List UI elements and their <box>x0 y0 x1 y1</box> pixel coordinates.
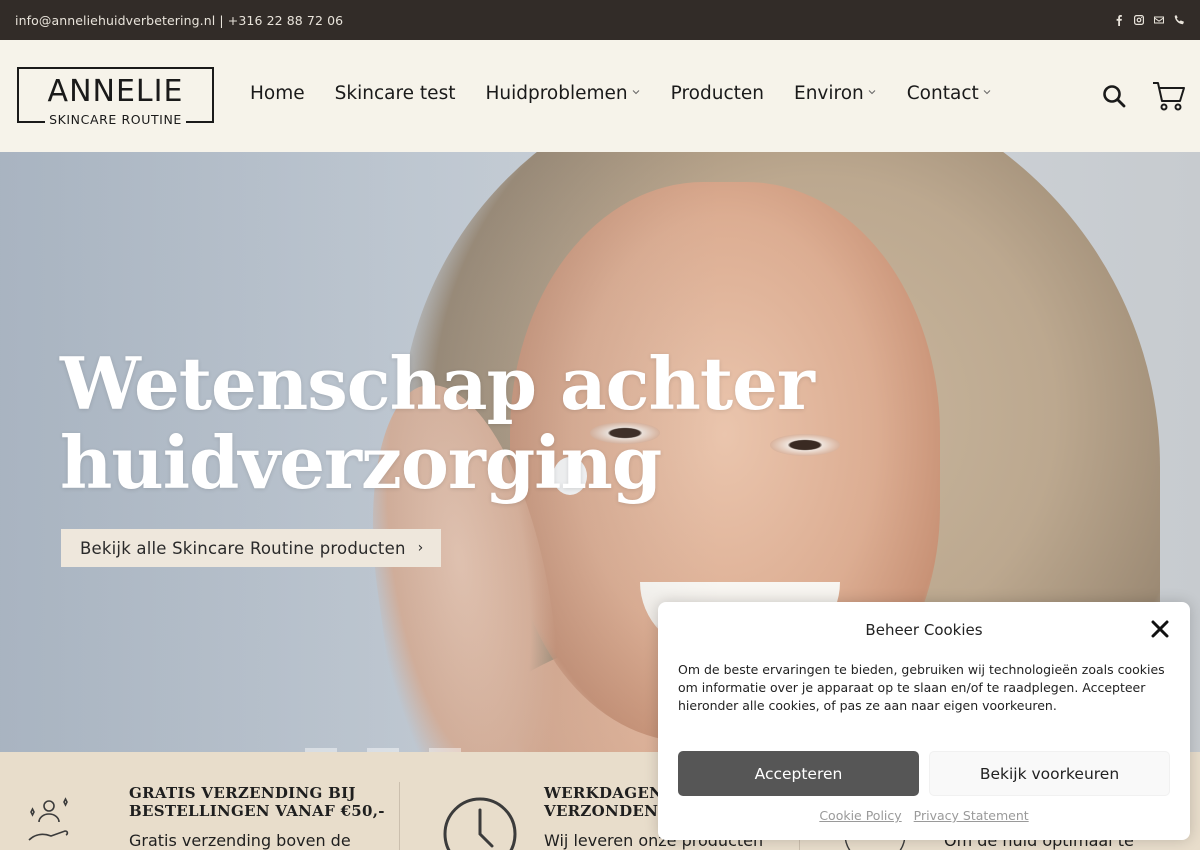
facebook-icon[interactable] <box>1113 14 1125 26</box>
nav-item-environ[interactable]: Environ <box>794 83 877 104</box>
chevron-down-icon <box>867 87 877 100</box>
nav-label: Environ <box>794 83 864 104</box>
nav-label: Contact <box>906 83 979 104</box>
nav-item-producten[interactable]: Producten <box>671 83 764 104</box>
chevron-down-icon <box>631 87 641 100</box>
nav-item-huidproblemen[interactable]: Huidproblemen <box>485 83 640 104</box>
chevron-down-icon <box>982 87 992 100</box>
feature-title-line1: WERKDAGEN <box>544 784 664 802</box>
feature-title-line2: VERZONDEN <box>544 802 659 820</box>
instagram-icon[interactable] <box>1133 14 1145 26</box>
search-icon[interactable] <box>1102 84 1126 112</box>
close-icon[interactable] <box>1150 619 1170 639</box>
main-nav: Home Skincare test Huidproblemen Product… <box>250 83 1022 104</box>
logo-brand: ANNELIE <box>47 74 184 109</box>
feature-title: WERKDAGEN VERZONDEN <box>544 784 663 820</box>
view-products-button[interactable]: Bekijk alle Skincare Routine producten › <box>61 529 442 567</box>
feature-text: Gratis verzending boven de <box>129 831 351 850</box>
cookie-links: Cookie Policy Privacy Statement <box>658 808 1190 823</box>
cart-icon[interactable] <box>1152 80 1186 116</box>
clock-icon <box>442 796 518 850</box>
nav-label: Skincare test <box>334 83 456 104</box>
site-header: ANNELIE SKINCARE ROUTINE Home Skincare t… <box>0 40 1200 152</box>
nav-item-home[interactable]: Home <box>250 83 305 104</box>
cookie-title: Beheer Cookies <box>865 621 983 639</box>
hero-title: Wetenschap achter huidverzorging <box>60 344 820 502</box>
feature-title: GRATIS VERZENDING BIJ BESTELLINGEN VANAF… <box>129 784 385 820</box>
cookie-message: Om de beste ervaringen te bieden, gebrui… <box>678 662 1165 713</box>
privacy-statement-link[interactable]: Privacy Statement <box>914 808 1029 823</box>
cta-label: Bekijk alle Skincare Routine producten <box>80 538 406 558</box>
hand-with-sparkles-icon <box>26 794 76 850</box>
nav-item-contact[interactable]: Contact <box>907 83 992 104</box>
cookie-consent-dialog: Beheer Cookies Om de beste ervaringen te… <box>658 602 1190 840</box>
cookie-policy-link[interactable]: Cookie Policy <box>819 808 901 823</box>
chevron-right-icon: › <box>417 540 424 556</box>
hero-title-line1: Wetenschap achter <box>60 341 815 426</box>
nav-label: Producten <box>670 83 765 104</box>
nav-item-skincare-test[interactable]: Skincare test <box>335 83 456 104</box>
feature-title-line2: BESTELLINGEN VANAF €50,- <box>129 802 385 820</box>
feature-title-line1: GRATIS VERZENDING BIJ <box>129 784 356 802</box>
contact-info[interactable]: info@anneliehuidverbetering.nl | +316 22… <box>15 13 343 28</box>
phone-icon[interactable] <box>1173 14 1185 26</box>
hero-title-line2: huidverzorging <box>60 420 662 505</box>
nav-label: Huidproblemen <box>485 83 628 104</box>
view-preferences-button[interactable]: Bekijk voorkeuren <box>929 751 1170 796</box>
site-logo[interactable]: ANNELIE SKINCARE ROUTINE <box>17 67 214 127</box>
nav-label: Home <box>250 83 305 104</box>
mail-icon[interactable] <box>1153 14 1165 26</box>
logo-tagline: SKINCARE ROUTINE <box>45 113 186 127</box>
top-bar: info@anneliehuidverbetering.nl | +316 22… <box>0 0 1200 40</box>
header-actions <box>1102 80 1186 116</box>
social-links <box>1113 14 1185 26</box>
accept-cookies-button[interactable]: Accepteren <box>678 751 919 796</box>
feature-free-shipping: GRATIS VERZENDING BIJ BESTELLINGEN VANAF… <box>0 752 400 850</box>
